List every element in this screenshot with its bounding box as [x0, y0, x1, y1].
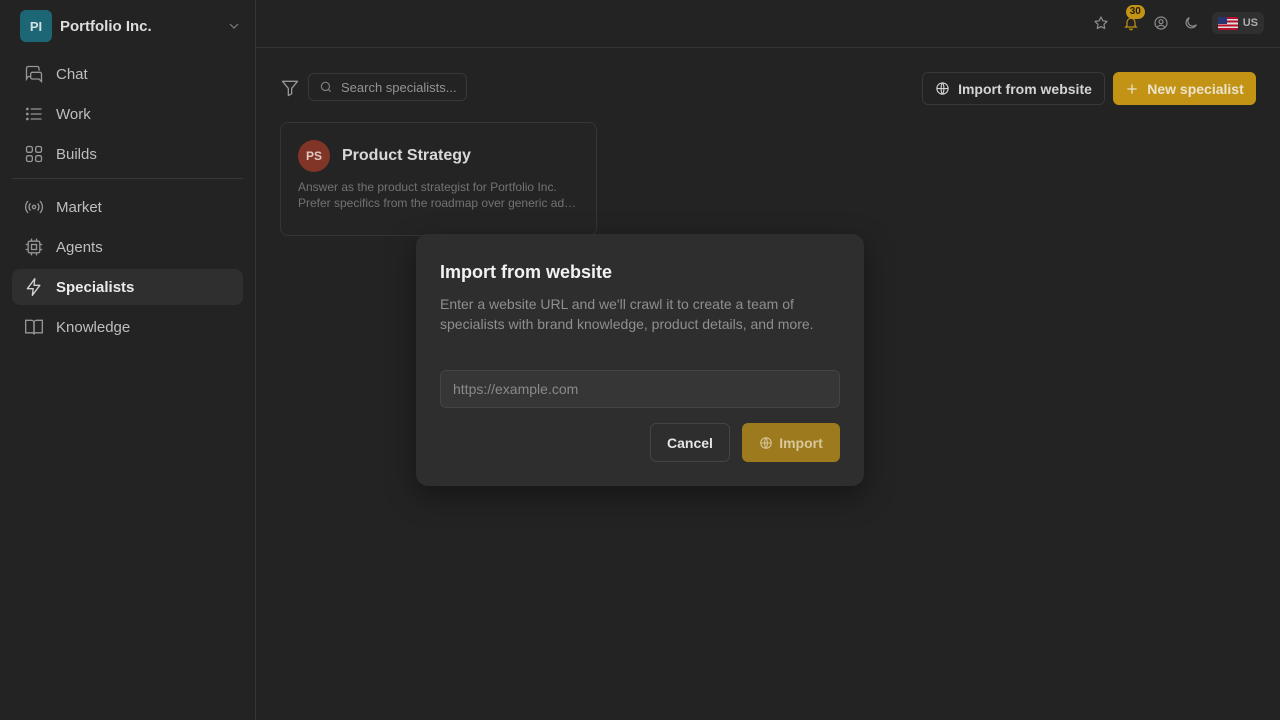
website-url-input[interactable] [440, 370, 840, 408]
import-label: Import [779, 434, 823, 451]
cancel-button[interactable]: Cancel [650, 423, 730, 462]
import-dialog: Import from website Enter a website URL … [416, 234, 864, 486]
dialog-description: Enter a website URL and we'll crawl it t… [440, 296, 814, 332]
globe-icon [760, 436, 772, 449]
dialog-title: Import from website [440, 262, 613, 282]
import-button[interactable]: Import [742, 423, 840, 462]
